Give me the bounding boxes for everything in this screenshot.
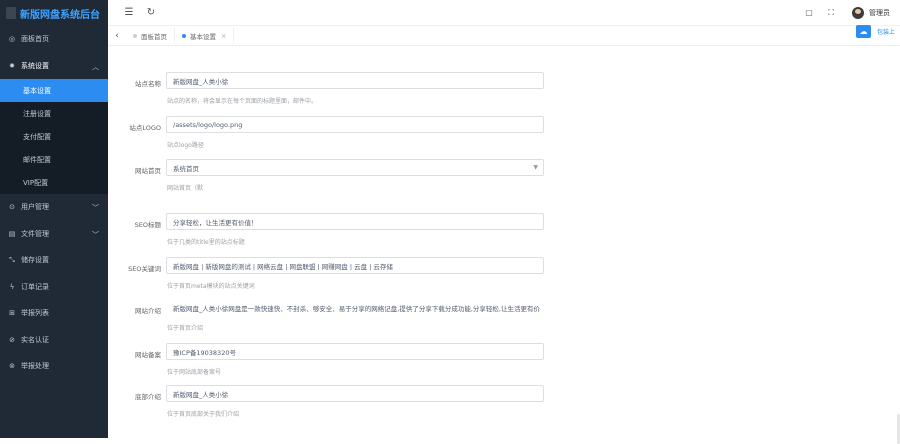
sidebar-item-label: 面板首页 [21, 34, 49, 44]
sidebar-item-label: 举报列表 [21, 308, 49, 318]
field-label: SEO关键词 [108, 263, 161, 273]
field-help: 站点的名称，将会显示在每个页面的标题里面，邮件中。 [167, 96, 317, 105]
field-help: 网站首页（默 [167, 183, 203, 192]
report-icon: ⊞ [8, 309, 16, 317]
tab-dot-icon [182, 34, 186, 38]
site-logo-input[interactable]: /assets/logo/logo.png [166, 116, 544, 133]
menu-toggle-icon[interactable]: ☰ [118, 2, 140, 24]
seo-title-input[interactable]: 分享轻松，让生活更有价值！ [166, 213, 544, 230]
chevron-down-icon: ﹀ [92, 230, 99, 240]
fullscreen-icon[interactable]: ⛶ [820, 2, 842, 24]
field-label: 站点名称 [108, 78, 161, 88]
sidebar-item-users[interactable]: ⊙ 用户管理 ﹀ [0, 194, 108, 221]
select-value: 系统首页 [173, 163, 199, 173]
dashboard-icon: ◎ [8, 35, 16, 43]
sidebar-subitem-mail-config[interactable]: 邮件配置 [0, 148, 108, 171]
sidebar-subitem-basic-settings[interactable]: 基本设置 [0, 79, 108, 102]
sidebar-item-dashboard[interactable]: ◎ 面板首页 [0, 26, 108, 53]
field-label: 网站备案 [108, 349, 161, 359]
tab-label: 面板首页 [141, 31, 167, 41]
tab-label: 基本设置 [190, 31, 216, 41]
storage-icon: ⤡ [8, 256, 16, 264]
cloud-icon[interactable]: ☁ [856, 25, 871, 38]
field-label: 网站介绍 [108, 305, 161, 315]
chevron-left-icon[interactable]: ‹ [108, 25, 126, 47]
sidebar-item-report-handling[interactable]: ⊚ 举报处理 [0, 353, 108, 380]
site-name-input[interactable]: 新版网盘_人类小徐 [166, 72, 544, 89]
sidebar-item-label: 举报处理 [21, 361, 49, 371]
sidebar-item-label: 储存设置 [21, 255, 49, 265]
refresh-icon[interactable]: ↻ [140, 2, 162, 24]
field-label: 底部介绍 [108, 391, 161, 401]
icp-input[interactable]: 豫ICP备19038320号 [166, 343, 544, 360]
sidebar-submenu: 基本设置 注册设置 支付配置 邮件配置 VIP配置 [0, 79, 108, 194]
seo-keywords-input[interactable]: 新版网盘 | 新版网盘的测试 | 网络云盘 | 网盘联盟 | 网赚网盘 | 云盘… [166, 257, 544, 274]
tab-dashboard[interactable]: 面板首页 [126, 28, 175, 43]
sidebar-item-storage[interactable]: ⤡ 储存设置 [0, 247, 108, 274]
logo-icon [6, 7, 16, 19]
gear-icon: ✹ [8, 62, 16, 70]
tab-basic-settings[interactable]: 基本设置 × [175, 28, 234, 43]
username[interactable]: 管理员 [869, 8, 890, 18]
field-label: 站点LOGO [108, 122, 161, 132]
order-icon: ϟ [8, 283, 16, 291]
verify-icon: ⊘ [8, 336, 16, 344]
field-help: 站点logo路径 [167, 140, 204, 149]
home-page-select[interactable]: 系统首页 ▼ [166, 159, 544, 176]
close-icon[interactable]: × [221, 32, 226, 40]
field-help: 位于首页底部关于我们介绍 [167, 409, 239, 418]
sidebar: 新版网盘系统后台 ◎ 面板首页 ✹ 系统设置 ︿ 基本设置 注册设置 支付配置 … [0, 0, 108, 438]
handle-icon: ⊚ [8, 362, 16, 370]
floating-tool[interactable]: ☁ 包装上 [856, 24, 900, 39]
sidebar-item-files[interactable]: ▤ 文件管理 ﹀ [0, 221, 108, 248]
lock-icon[interactable]: ▢ [798, 2, 820, 24]
sidebar-item-orders[interactable]: ϟ 订单记录 [0, 274, 108, 301]
field-help: 位于首页meta模块的站点关键词 [167, 281, 255, 290]
chevron-up-icon: ︿ [92, 62, 99, 72]
top-header: ☰ ↻ ▢ ⛶ 管理员 [108, 0, 900, 26]
chevron-down-icon: ﹀ [92, 203, 99, 213]
footer-intro-input[interactable]: 新版网盘_人类小徐 [166, 385, 544, 402]
tool-label: 包装上 [877, 27, 895, 36]
sidebar-item-system-settings[interactable]: ✹ 系统设置 ︿ [0, 53, 108, 80]
site-intro-textarea[interactable]: 新版网盘_人类小徐网盘是一款快速快、不封杀、够安全、易于分享的网络记盘,提供了分… [166, 299, 544, 316]
user-icon: ⊙ [8, 203, 16, 211]
tab-dot-icon [133, 34, 137, 38]
field-help: 位于网站底部备案号 [167, 367, 221, 376]
field-label: 网站首页 [108, 165, 161, 175]
sidebar-item-label: 订单记录 [21, 282, 49, 292]
sidebar-item-label: 实名认证 [21, 335, 49, 345]
sidebar-item-label: 用户管理 [21, 202, 49, 212]
sidebar-subitem-register-settings[interactable]: 注册设置 [0, 102, 108, 125]
sidebar-item-label: 文件管理 [21, 229, 49, 239]
sidebar-menu: ◎ 面板首页 ✹ 系统设置 ︿ 基本设置 注册设置 支付配置 邮件配置 VIP配… [0, 26, 108, 380]
file-icon: ▤ [8, 230, 16, 238]
avatar[interactable] [852, 7, 864, 19]
sidebar-item-reports[interactable]: ⊞ 举报列表 [0, 300, 108, 327]
chevron-down-icon: ▼ [533, 164, 538, 171]
sidebar-item-verification[interactable]: ⊘ 实名认证 [0, 327, 108, 354]
sidebar-subitem-payment-config[interactable]: 支付配置 [0, 125, 108, 148]
settings-form: 站点名称 新版网盘_人类小徐 站点的名称，将会显示在每个页面的标题里面，邮件中。… [108, 46, 900, 438]
app-logo[interactable]: 新版网盘系统后台 [0, 0, 108, 26]
field-label: SEO标题 [108, 219, 161, 229]
sidebar-item-label: 系统设置 [21, 61, 49, 71]
sidebar-subitem-vip-config[interactable]: VIP配置 [0, 171, 108, 194]
tabs-bar: ‹ 面板首页 基本设置 × [108, 26, 900, 46]
field-help: 位于首页介绍 [167, 323, 203, 332]
app-title: 新版网盘系统后台 [20, 6, 100, 21]
field-help: 位于几类的title里的站点标题 [167, 237, 245, 246]
